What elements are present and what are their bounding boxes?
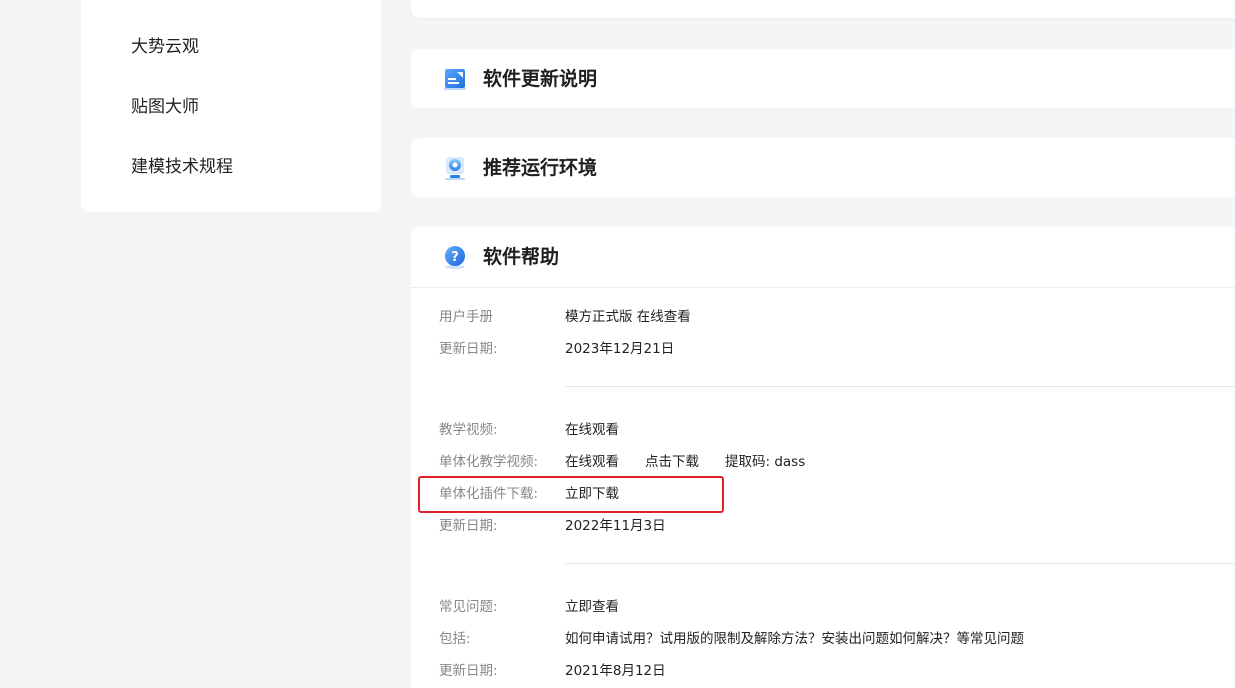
sidebar: 大势云观 贴图大师 建模技术规程 — [81, 0, 381, 212]
faq-label: 常见问题: — [439, 599, 498, 615]
manual-label: 用户手册 — [439, 309, 493, 325]
videos-date-value: 2022年11月3日 — [565, 518, 666, 534]
environment-title: 推荐运行环境 — [483, 157, 598, 179]
faq-date-label: 更新日期: — [439, 663, 498, 679]
manual-date-label: 更新日期: — [439, 341, 498, 357]
computer-monitor-icon — [445, 157, 465, 180]
tutorial-label: 教学视频: — [439, 422, 498, 438]
sidebar-item-tietudashi[interactable]: 贴图大师 — [131, 92, 199, 117]
help-divider — [411, 287, 1235, 288]
sidebar-item-jianmo-guicheng[interactable]: 建模技术规程 — [131, 152, 233, 177]
faq-includes-text: 如何申请试用？试用版的限制及解除方法？安装出问题如何解决？等常见问题 — [565, 631, 1024, 647]
videos-date-label: 更新日期: — [439, 518, 498, 534]
update-notes-title: 软件更新说明 — [483, 68, 598, 90]
help-card: ? 软件帮助 用户手册 模方正式版 在线查看 更新日期: 2023年12月21日… — [411, 227, 1235, 688]
manual-date-value: 2023年12月21日 — [565, 341, 675, 357]
help-header[interactable]: ? 软件帮助 — [411, 227, 1235, 287]
separator — [565, 563, 1235, 564]
svg-text:?: ? — [451, 250, 459, 265]
document-arrow-icon — [444, 69, 466, 90]
help-title: 软件帮助 — [483, 246, 560, 268]
update-notes-header[interactable]: 软件更新说明 — [411, 49, 1235, 109]
mono-tutorial-label: 单体化教学视频: — [439, 454, 539, 470]
faq-view-link[interactable]: 立即查看 — [565, 595, 619, 615]
mono-download-link[interactable]: 点击下载 — [645, 450, 699, 470]
top-card — [411, 0, 1235, 18]
question-mark-icon: ? — [445, 246, 465, 269]
environment-header[interactable]: 推荐运行环境 — [411, 138, 1235, 198]
sidebar-item-dashiyunguan[interactable]: 大势云观 — [131, 32, 199, 57]
mono-watch-link[interactable]: 在线观看 — [565, 450, 619, 470]
tutorial-watch-link[interactable]: 在线观看 — [565, 418, 619, 438]
highlight-box — [418, 476, 724, 513]
page: 大势云观 贴图大师 建模技术规程 软件更新说明 推荐运行环境 ? 软件帮助 用户… — [0, 0, 1235, 688]
faq-date-value: 2021年8月12日 — [565, 663, 666, 679]
update-notes-card[interactable]: 软件更新说明 — [411, 49, 1235, 108]
separator — [565, 386, 1235, 387]
environment-card[interactable]: 推荐运行环境 — [411, 138, 1235, 197]
faq-includes-label: 包括: — [439, 631, 471, 647]
extract-code: 提取码: dass — [725, 454, 806, 470]
manual-online-link[interactable]: 模方正式版 在线查看 — [565, 305, 691, 325]
